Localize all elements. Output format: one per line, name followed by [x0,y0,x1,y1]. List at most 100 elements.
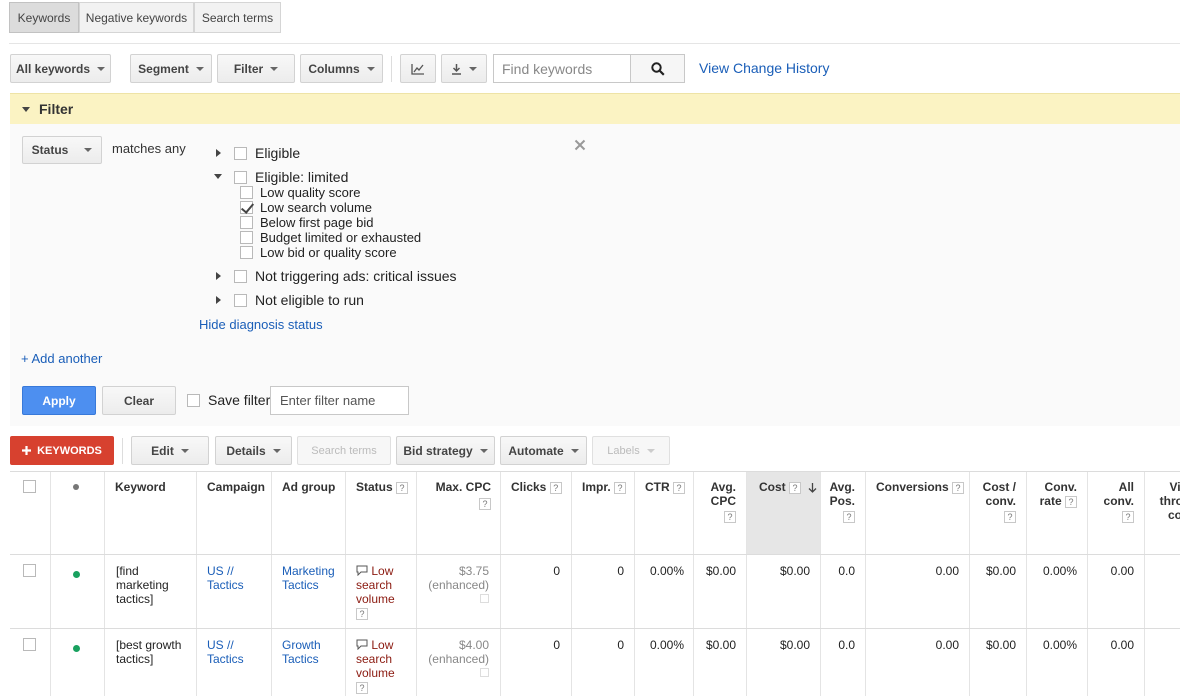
search-button[interactable] [631,55,684,82]
header-conversions[interactable]: Conversions ? [876,472,965,554]
automate-dropdown[interactable]: Automate [500,436,587,465]
ad-group-line: Marketing [282,564,335,578]
help-icon[interactable]: ? [673,481,686,494]
campaign-link[interactable]: US // Tactics [207,564,244,592]
help-icon[interactable]: ? [724,510,736,523]
header-keyword[interactable]: Keyword [115,472,166,554]
expand-arrow-icon[interactable] [216,149,221,157]
checkbox-not-eligible[interactable] [234,294,247,307]
chart-toggle-button[interactable] [400,54,436,83]
header-max-cpc[interactable]: Max. CPC ? [417,472,491,554]
campaign-line: US // [207,564,234,578]
checkbox-budget-limited[interactable] [240,231,253,244]
header-ad-group[interactable]: Ad group [282,472,335,554]
bid-strategy-dropdown[interactable]: Bid strategy [396,436,495,465]
header-cost[interactable]: Cost ? [759,472,817,554]
help-icon[interactable]: ? [789,481,802,494]
edit-dropdown[interactable]: Edit [131,436,209,465]
segment-dropdown[interactable]: Segment [130,54,212,83]
header-avg-pos[interactable]: Avg. Pos. ? [820,472,855,554]
option-not-triggering: Not triggering ads: critical issues [255,268,457,284]
header-avg-pos-line1: Avg. [829,480,855,494]
labels-dropdown[interactable]: Labels [592,436,670,465]
tab-negative-keywords[interactable]: Negative keywords [79,2,194,33]
chevron-down-icon [646,448,655,453]
max-cpc-cell[interactable]: $3.75 (enhanced) [417,564,489,606]
checkbox-low-quality-score[interactable] [240,186,253,199]
header-impr[interactable]: Impr. ? [582,472,627,554]
remove-filter-button[interactable] [574,139,586,154]
checkbox-eligible[interactable] [234,147,247,160]
option-not-eligible: Not eligible to run [255,292,364,308]
search-terms-button[interactable]: Search terms [297,436,391,465]
header-status[interactable]: Status ? [356,472,409,554]
header-all-conv[interactable]: All conv. ? [1090,472,1134,554]
edit-bid-icon[interactable] [480,668,489,677]
help-icon[interactable]: ? [614,481,627,494]
help-icon[interactable]: ? [549,481,562,494]
header-cost-conv[interactable]: Cost / conv. ? [970,472,1016,554]
keyword-line: [best growth [116,638,182,652]
tab-search-terms[interactable]: Search terms [194,2,281,33]
add-another-link[interactable]: + Add another [21,351,102,366]
header-avg-cpc[interactable]: Avg. CPC ? [695,472,736,554]
header-conv-rate[interactable]: Conv. rate ? [1027,472,1077,554]
ad-group-link[interactable]: Marketing Tactics [282,564,335,592]
clear-button[interactable]: Clear [102,386,176,415]
view-change-history-link[interactable]: View Change History [699,60,829,76]
collapse-arrow-icon[interactable] [214,174,222,179]
status-cell[interactable]: Low search volume ? [356,564,395,620]
row-checkbox[interactable] [23,638,36,651]
status-cell[interactable]: Low search volume ? [356,638,395,694]
save-filter-checkbox[interactable] [187,394,200,407]
header-ctr[interactable]: CTR ? [645,472,686,554]
checkbox-not-triggering[interactable] [234,270,247,283]
checkbox-low-bid-or-quality[interactable] [240,246,253,259]
avg-pos-value: 0.0 [838,638,855,652]
campaign-link[interactable]: US // Tactics [207,638,244,666]
add-keywords-button[interactable]: KEYWORDS [10,436,114,465]
header-campaign[interactable]: Campaign [207,472,265,554]
checkbox-eligible-limited[interactable] [234,171,247,184]
max-cpc-cell[interactable]: $4.00 (enhanced) [417,638,489,680]
columns-dropdown[interactable]: Columns [300,54,383,83]
help-icon[interactable]: ? [396,481,409,494]
help-icon[interactable]: ? [843,510,855,523]
help-icon[interactable]: ? [356,607,368,620]
select-all-checkbox[interactable] [23,480,36,493]
checkbox-below-first-page-bid[interactable] [240,216,253,229]
all-keywords-dropdown[interactable]: All keywords [10,54,111,83]
header-view-through[interactable]: Vi throu co [1155,472,1180,554]
header-clicks[interactable]: Clicks ? [511,472,562,554]
sort-descending-icon [808,482,817,493]
tab-keywords[interactable]: Keywords [9,2,79,33]
conversions-value: 0.00 [935,638,959,652]
filter-dropdown[interactable]: Filter [217,54,295,83]
checkbox-low-search-volume[interactable] [240,201,253,214]
details-dropdown[interactable]: Details [215,436,292,465]
keyword-cell[interactable]: [find marketing tactics] [116,564,169,606]
eligible-status-dot [73,645,80,652]
row-checkbox[interactable] [23,564,36,577]
hide-diagnosis-link[interactable]: Hide diagnosis status [199,317,323,332]
expand-arrow-icon[interactable] [216,272,221,280]
chevron-down-icon [469,66,477,71]
filter-panel-header[interactable]: Filter [10,93,1180,124]
help-icon[interactable]: ? [1065,495,1077,508]
expand-arrow-icon[interactable] [216,296,221,304]
help-icon[interactable]: ? [356,681,368,694]
help-icon[interactable]: ? [479,497,491,510]
header-view-through-line3: co [1167,508,1180,522]
keyword-cell[interactable]: [best growth tactics] [116,638,181,666]
filter-name-input[interactable] [270,386,409,415]
help-icon[interactable]: ? [952,481,965,494]
apply-button[interactable]: Apply [22,386,96,415]
filter-field-dropdown[interactable]: Status [22,136,102,164]
search-input[interactable] [494,55,631,82]
help-icon[interactable]: ? [1004,510,1016,523]
edit-bid-icon[interactable] [480,594,489,603]
download-button[interactable] [441,54,487,83]
header-view-through-line1: Vi [1169,480,1180,494]
ad-group-link[interactable]: Growth Tactics [282,638,321,666]
help-icon[interactable]: ? [1122,510,1134,523]
